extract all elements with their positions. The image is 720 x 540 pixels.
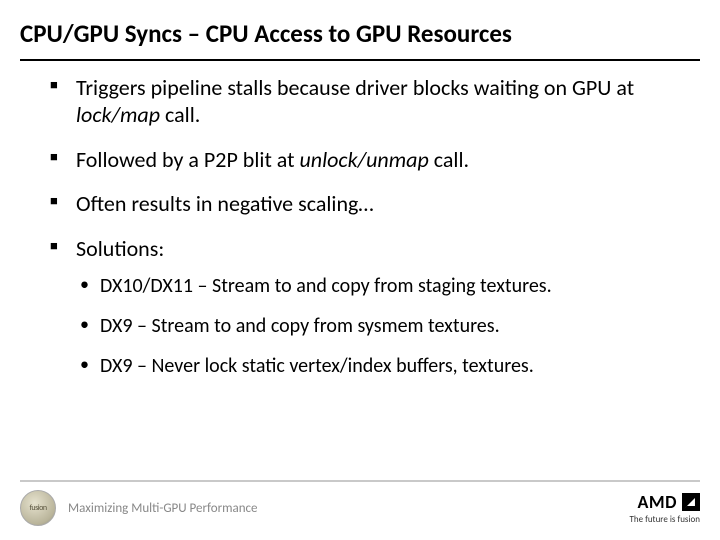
text: Followed by a P2P blit at	[76, 146, 299, 173]
text: Triggers pipeline stalls because driver …	[76, 74, 634, 101]
sub-dx10-staging: DX10/DX11 – Stream to and copy from stag…	[76, 273, 686, 299]
emphasis: lock/map	[76, 101, 160, 128]
footer-divider	[20, 480, 700, 482]
amd-arrow-icon	[682, 493, 700, 511]
text: call.	[429, 146, 469, 173]
slide-title: CPU/GPU Syncs – CPU Access to GPU Resour…	[0, 0, 720, 55]
bullet-list: Triggers pipeline stalls because driver …	[50, 75, 686, 379]
amd-logo: AMD	[629, 491, 700, 513]
sub-dx9-never-lock: DX9 – Never lock static vertex/index buf…	[76, 353, 686, 379]
bullet-negative-scaling: Often results in negative scaling…	[50, 191, 686, 218]
fusion-badge-icon: fusion	[20, 490, 56, 526]
emphasis: unlock/unmap	[299, 146, 428, 173]
bullet-p2p-blit: Followed by a P2P blit at unlock/unmap c…	[50, 147, 686, 174]
footer-row: fusion Maximizing Multi-GPU Performance …	[20, 490, 700, 526]
text: call.	[160, 101, 200, 128]
title-divider	[20, 59, 700, 61]
footer-text: Maximizing Multi-GPU Performance	[68, 501, 258, 516]
solutions-list: DX10/DX11 – Stream to and copy from stag…	[76, 273, 686, 379]
amd-wordmark: AMD	[638, 491, 678, 513]
footer-left: fusion Maximizing Multi-GPU Performance	[20, 490, 258, 526]
bullet-solutions: Solutions: DX10/DX11 – Stream to and cop…	[50, 236, 686, 379]
footer: fusion Maximizing Multi-GPU Performance …	[0, 480, 720, 526]
text: Solutions:	[76, 235, 164, 262]
bullet-triggers-stalls: Triggers pipeline stalls because driver …	[50, 75, 686, 129]
sub-dx9-sysmem: DX9 – Stream to and copy from sysmem tex…	[76, 313, 686, 339]
slide-body: Triggers pipeline stalls because driver …	[0, 75, 720, 379]
amd-tagline: The future is fusion	[629, 514, 700, 525]
amd-logo-block: AMD The future is fusion	[629, 491, 700, 525]
